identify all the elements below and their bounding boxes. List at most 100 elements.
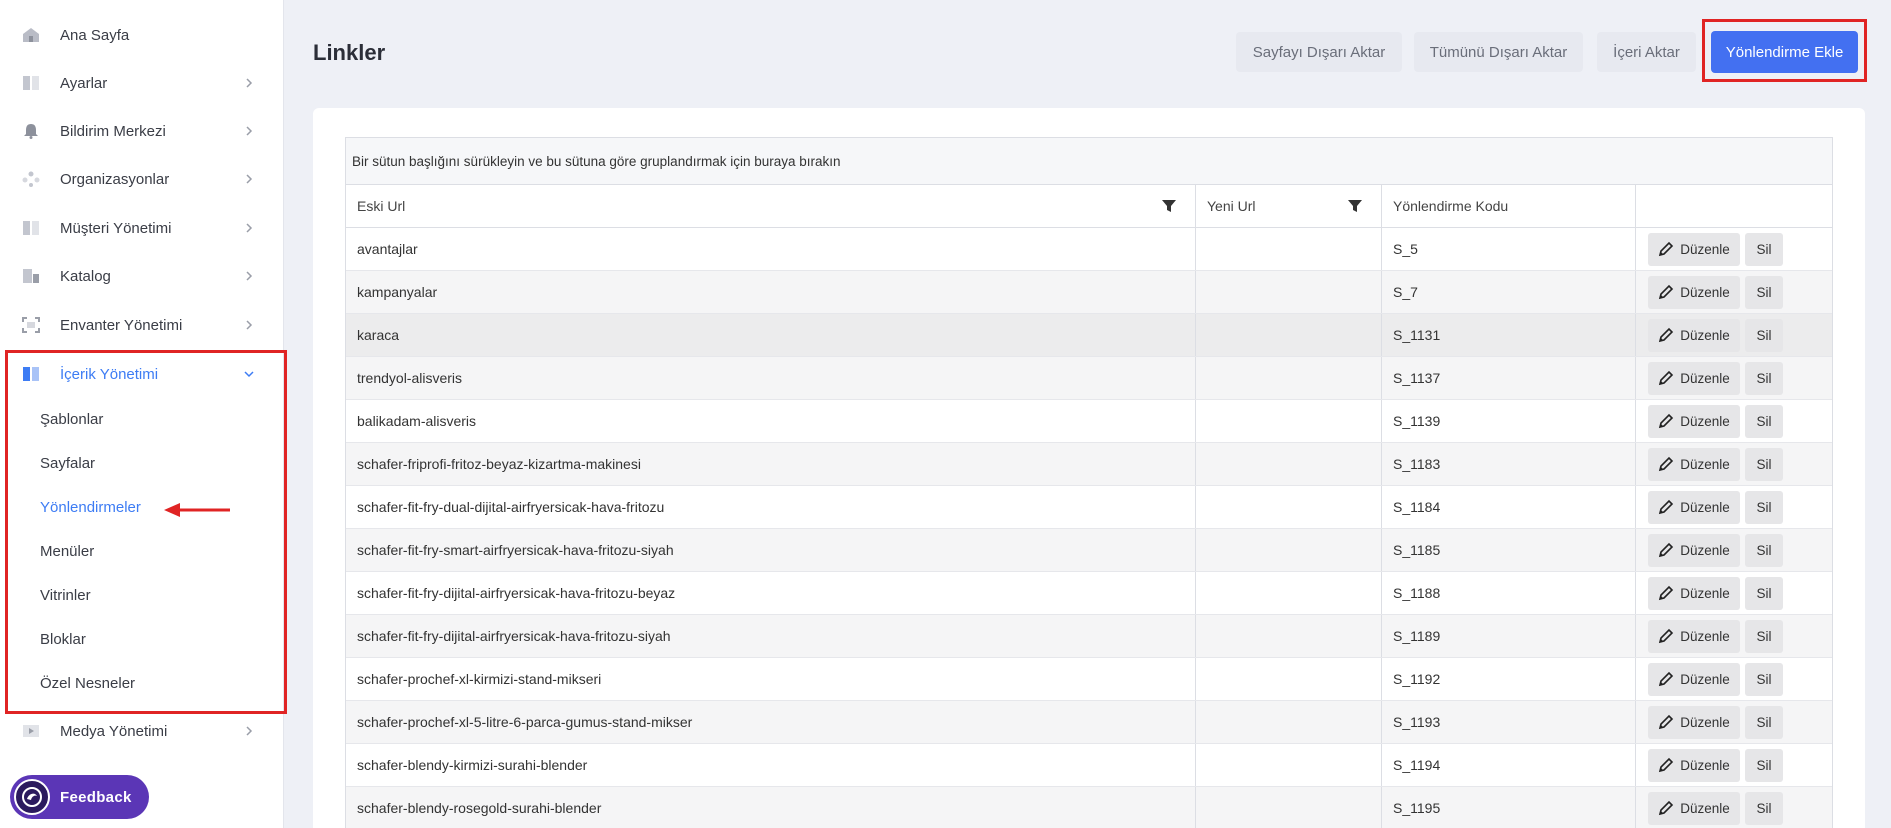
table-row[interactable]: schafer-friprofi-fritoz-beyaz-kizartma-m…	[346, 443, 1832, 486]
old-url-text: karaca	[357, 327, 400, 343]
cell-actions: Düzenle Sil	[1636, 744, 1832, 786]
sub-item-bloklar[interactable]: Bloklar	[40, 631, 86, 648]
edit-button[interactable]: Düzenle	[1648, 232, 1740, 266]
delete-button[interactable]: Sil	[1745, 576, 1783, 610]
nav-item-label: Katalog	[60, 267, 111, 285]
cell-redirect-code: S_1183	[1382, 443, 1636, 485]
delete-button[interactable]: Sil	[1745, 619, 1783, 653]
delete-button[interactable]: Sil	[1745, 318, 1783, 352]
table-row[interactable]: schafer-blendy-kirmizi-surahi-blender S_1…	[346, 744, 1832, 787]
table-row[interactable]: schafer-prochef-xl-5-litre-6-parca-gumus…	[346, 701, 1832, 744]
cell-redirect-code: S_7	[1382, 271, 1636, 313]
delete-button[interactable]: Sil	[1745, 705, 1783, 739]
chevron-right-icon	[246, 320, 253, 330]
column-header-label: Yönlendirme Kodu	[1393, 198, 1509, 214]
nav-item-ana-sayfa[interactable]: Ana Sayfa	[0, 11, 284, 59]
delete-button[interactable]: Sil	[1745, 791, 1783, 825]
cell-actions: Düzenle Sil	[1636, 443, 1832, 485]
delete-button[interactable]: Sil	[1745, 447, 1783, 481]
sub-item-sayfalar[interactable]: Sayfalar	[40, 455, 95, 472]
cell-redirect-code: S_1189	[1382, 615, 1636, 657]
edit-button[interactable]: Düzenle	[1648, 576, 1740, 610]
pencil-icon	[1659, 800, 1674, 816]
delete-button[interactable]: Sil	[1745, 748, 1783, 782]
sub-item-sablonlar[interactable]: Şablonlar	[40, 411, 103, 428]
table-row[interactable]: kampanyalar S_7 Düzenle Sil	[346, 271, 1832, 314]
sub-item-menuler[interactable]: Menüler	[40, 543, 94, 560]
edit-label: Düzenle	[1680, 628, 1730, 644]
redirect-code-text: S_1184	[1393, 499, 1441, 515]
edit-button[interactable]: Düzenle	[1648, 791, 1740, 825]
page-title: Linkler	[313, 40, 386, 65]
edit-button[interactable]: Düzenle	[1648, 318, 1740, 352]
column-header-yonlendirme-kodu[interactable]: Yönlendirme Kodu	[1382, 185, 1636, 227]
cell-actions: Düzenle Sil	[1636, 486, 1832, 528]
redirect-code-text: S_7	[1393, 284, 1418, 300]
column-header-eski-url[interactable]: Eski Url	[346, 185, 1196, 227]
redirect-code-text: S_1192	[1393, 671, 1441, 687]
edit-button[interactable]: Düzenle	[1648, 361, 1740, 395]
sub-item-yonlendirmeler[interactable]: Yönlendirmeler	[40, 499, 141, 516]
delete-button[interactable]: Sil	[1745, 662, 1783, 696]
cell-redirect-code: S_1188	[1382, 572, 1636, 614]
table-row[interactable]: schafer-fit-fry-smart-airfryersicak-hava…	[346, 529, 1832, 572]
table-row[interactable]: schafer-fit-fry-dijital-airfryersicak-ha…	[346, 615, 1832, 658]
table-row[interactable]: schafer-blendy-rosegold-surahi-blender S_…	[346, 787, 1832, 828]
edit-button[interactable]: Düzenle	[1648, 662, 1740, 696]
edit-button[interactable]: Düzenle	[1648, 619, 1740, 653]
delete-button[interactable]: Sil	[1745, 404, 1783, 438]
table-row[interactable]: schafer-prochef-xl-kirmizi-stand-mikseri…	[346, 658, 1832, 701]
nav-item-organizasyonlar[interactable]: Organizasyonlar	[0, 155, 284, 203]
cell-redirect-code: S_1137	[1382, 357, 1636, 399]
delete-button[interactable]: Sil	[1745, 232, 1783, 266]
add-redirect-button[interactable]: Yönlendirme Ekle	[1711, 31, 1858, 73]
import-button[interactable]: İçeri Aktar	[1597, 32, 1696, 72]
nav-item-icerik-yonetimi[interactable]: İçerik Yönetimi	[0, 350, 284, 398]
table-row[interactable]: schafer-fit-fry-dual-dijital-airfryersic…	[346, 486, 1832, 529]
delete-button[interactable]: Sil	[1745, 275, 1783, 309]
nav-item-envanter-yonetimi[interactable]: Envanter Yönetimi	[0, 301, 284, 349]
cell-actions: Düzenle Sil	[1636, 658, 1832, 700]
edit-button[interactable]: Düzenle	[1648, 748, 1740, 782]
filter-icon[interactable]	[1347, 198, 1363, 214]
old-url-text: schafer-fit-fry-dijital-airfryersicak-ha…	[357, 585, 676, 601]
cell-old-url: karaca	[346, 314, 1196, 356]
table-row[interactable]: balikadam-alisveris S_1139 Düzenle Sil	[346, 400, 1832, 443]
edit-button[interactable]: Düzenle	[1648, 705, 1740, 739]
feedback-button[interactable]: Feedback	[10, 775, 149, 819]
edit-button[interactable]: Düzenle	[1648, 404, 1740, 438]
pencil-icon	[1659, 327, 1674, 343]
export-all-button[interactable]: Tümünü Dışarı Aktar	[1414, 32, 1583, 72]
filter-icon[interactable]	[1161, 198, 1177, 214]
nav-item-label: Ana Sayfa	[60, 26, 130, 44]
cell-new-url	[1196, 658, 1382, 700]
column-header-label: Eski Url	[357, 198, 406, 214]
edit-button[interactable]: Düzenle	[1648, 490, 1740, 524]
group-panel[interactable]: Bir sütun başlığını sürükleyin ve bu süt…	[346, 138, 1832, 185]
sub-item-ozel-nesneler[interactable]: Özel Nesneler	[40, 675, 135, 692]
nav-item-bildirim-merkezi[interactable]: Bildirim Merkezi	[0, 107, 284, 155]
cell-old-url: trendyol-alisveris	[346, 357, 1196, 399]
edit-label: Düzenle	[1680, 370, 1730, 386]
table-row[interactable]: trendyol-alisveris S_1137 Düzenle Sil	[346, 357, 1832, 400]
delete-button[interactable]: Sil	[1745, 533, 1783, 567]
edit-label: Düzenle	[1680, 757, 1730, 773]
table-row[interactable]: avantajlar S_5 Düzenle Sil	[346, 228, 1832, 271]
column-header-yeni-url[interactable]: Yeni Url	[1196, 185, 1382, 227]
export-page-button[interactable]: Sayfayı Dışarı Aktar	[1236, 32, 1402, 72]
edit-button[interactable]: Düzenle	[1648, 275, 1740, 309]
nav-item-katalog[interactable]: Katalog	[0, 252, 284, 300]
delete-button[interactable]: Sil	[1745, 490, 1783, 524]
catalog-icon	[23, 269, 39, 283]
sub-item-vitrinler[interactable]: Vitrinler	[40, 587, 91, 604]
delete-button[interactable]: Sil	[1745, 361, 1783, 395]
edit-button[interactable]: Düzenle	[1648, 533, 1740, 567]
edit-button[interactable]: Düzenle	[1648, 447, 1740, 481]
chevron-right-icon	[246, 174, 253, 184]
cell-actions: Düzenle Sil	[1636, 271, 1832, 313]
table-row[interactable]: schafer-fit-fry-dijital-airfryersicak-ha…	[346, 572, 1832, 615]
nav-item-medya-yonetimi[interactable]: Medya Yönetimi	[0, 707, 284, 755]
nav-item-musteri-yonetimi[interactable]: Müşteri Yönetimi	[0, 204, 284, 252]
table-row[interactable]: karaca S_1131 Düzenle Sil	[346, 314, 1832, 357]
nav-item-ayarlar[interactable]: Ayarlar	[0, 59, 284, 107]
